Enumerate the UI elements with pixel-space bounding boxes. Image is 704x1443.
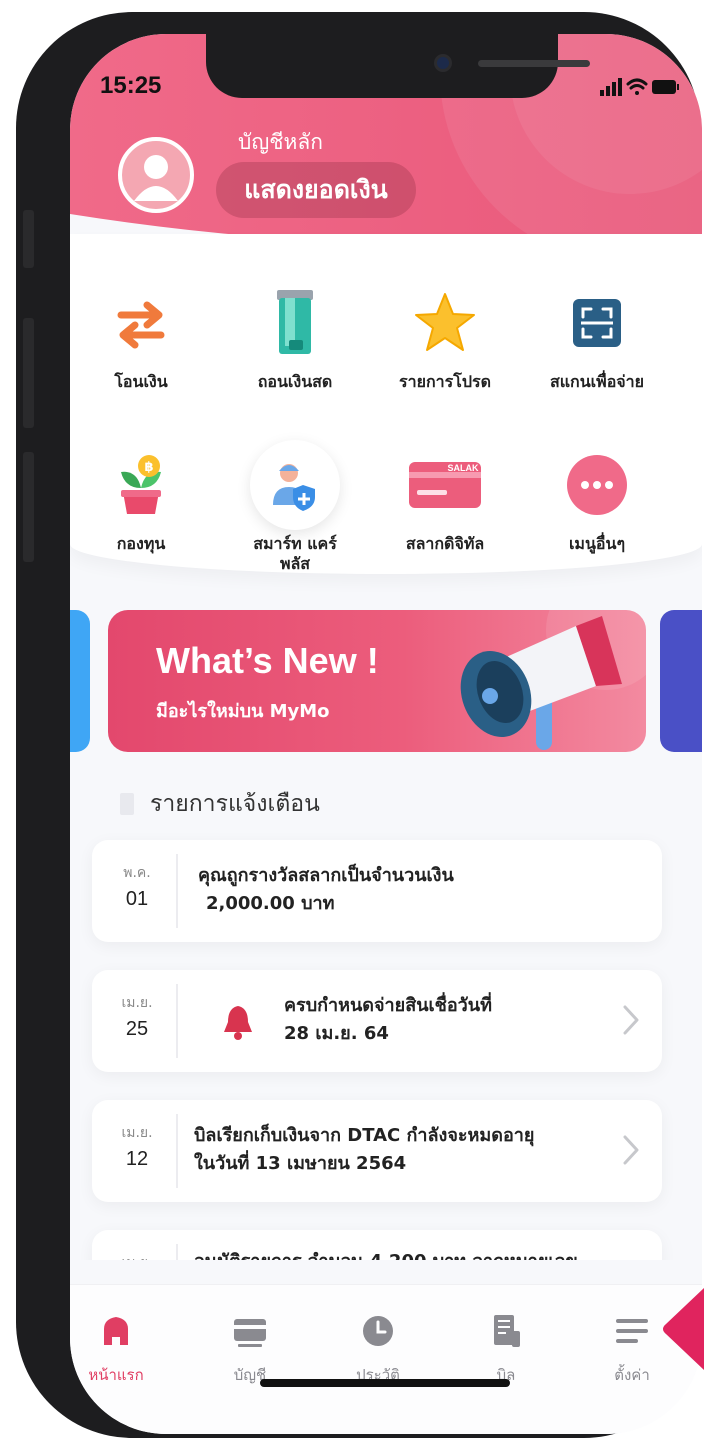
carousel-prev-banner[interactable]: [70, 610, 90, 752]
phone-screen: 15:25 บัญชีหลัก แสดงยอดเงิน โอนเงิน ถอนเ…: [70, 34, 702, 1434]
scroll-fade: [70, 1260, 702, 1286]
notification-date: เม.ย. 25: [112, 992, 162, 1041]
notification-month: เม.ย.: [121, 1125, 153, 1141]
clock-icon: [363, 1316, 393, 1346]
divider: [176, 1114, 178, 1188]
menu-item-smart-care[interactable]: สมาร์ท แคร์ พลัส: [230, 440, 360, 574]
notification-card[interactable]: พ.ค. 01 คุณถูกรางวัลสลากเป็นจำนวนเงิน 2,…: [92, 840, 662, 942]
notification-line: 28 เม.ย. 64: [284, 1023, 389, 1044]
notification-line: 2,000.00 บาท: [206, 893, 335, 914]
menu-item-more[interactable]: เมนูอื่นๆ: [532, 440, 662, 554]
notification-day: 01: [125, 888, 149, 910]
notification-month: เม.ย.: [121, 995, 153, 1011]
status-icons: [600, 78, 679, 96]
notification-date: พ.ค. 01: [112, 862, 162, 911]
megaphone-icon: [460, 610, 646, 750]
star-icon: [415, 293, 475, 351]
menu-item-withdraw[interactable]: ถอนเงินสด: [230, 278, 360, 392]
menu-item-favorites[interactable]: รายการโปรด: [380, 278, 510, 392]
notification-line: ครบกำหนดจ่ายสินเชื่อวันที่: [284, 995, 492, 1016]
volume-up-button: [23, 318, 34, 428]
divider: [176, 984, 178, 1058]
menu-label: โอนเงิน: [114, 372, 168, 391]
fund-plant-icon: ฿: [121, 455, 161, 514]
side-pull-tab[interactable]: [660, 1284, 704, 1374]
menu-lines-icon: [616, 1319, 648, 1343]
notification-line: บิลเรียกเก็บเงินจาก DTAC กำลังจะหมดอายุ: [194, 1125, 535, 1146]
volume-down-button: [23, 452, 34, 562]
menu-label: รายการโปรด: [399, 372, 491, 391]
menu-label: สมาร์ท แคร์ พลัส: [253, 534, 337, 573]
battery-icon: [652, 80, 679, 94]
menu-item-scan-pay[interactable]: สแกนเพื่อจ่าย: [532, 278, 662, 392]
smart-care-icon: [273, 464, 315, 511]
tab-home[interactable]: หน้าแรก: [70, 1311, 166, 1387]
home-indicator[interactable]: [260, 1379, 510, 1387]
bottom-tab-bar: หน้าแรก บัญชี ประวัติ บิล ตั้งค่า: [70, 1284, 702, 1434]
notch: [206, 34, 590, 98]
notification-date: เม.ย. 12: [112, 1122, 162, 1171]
notification-line: คุณถูกรางวัลสลากเป็นจำนวนเงิน: [198, 865, 454, 886]
avatar[interactable]: [118, 137, 194, 213]
divider: [176, 854, 178, 928]
tab-accounts[interactable]: บัญชี: [200, 1311, 300, 1387]
notification-card[interactable]: เม.ย. 25 ครบกำหนดจ่ายสินเชื่อวันที่ 28 เ…: [92, 970, 662, 1072]
quick-menu-panel: โอนเงิน ถอนเงินสด รายการโปรด สแกนเพื่อจ่…: [70, 234, 702, 574]
account-name: บัญชีหลัก: [238, 130, 323, 154]
svg-text:฿: ฿: [144, 460, 153, 475]
bell-icon: [224, 1006, 252, 1040]
tab-history[interactable]: ประวัติ: [328, 1311, 428, 1387]
wifi-icon: [626, 78, 648, 95]
menu-item-digital-salak[interactable]: SALAK สลากดิจิทัล: [380, 440, 510, 554]
scan-icon: [573, 299, 621, 347]
card-icon: [234, 1319, 266, 1347]
notification-card[interactable]: เม.ย. 12 บิลเรียกเก็บเงินจาก DTAC กำลังจ…: [92, 1100, 662, 1202]
front-camera: [434, 54, 452, 72]
notification-text: ครบกำหนดจ่ายสินเชื่อวันที่ 28 เม.ย. 64: [284, 992, 492, 1048]
phone-frame: 15:25 บัญชีหลัก แสดงยอดเงิน โอนเงิน ถอนเ…: [16, 12, 702, 1438]
tab-bills[interactable]: บิล: [456, 1311, 556, 1387]
signal-icon: [600, 78, 622, 96]
menu-item-fund[interactable]: ฿ กองทุน: [76, 440, 206, 554]
tab-label: หน้าแรก: [88, 1366, 144, 1384]
salak-card-icon: SALAK: [409, 462, 481, 508]
chevron-right-icon: [623, 1135, 639, 1165]
menu-label: กองทุน: [116, 534, 166, 553]
notification-day: 25: [125, 1018, 149, 1040]
banner-subtitle: มีอะไรใหม่บน MyMo: [156, 701, 330, 722]
menu-label: สลากดิจิทัล: [405, 534, 485, 553]
notification-month: พ.ค.: [123, 865, 151, 881]
notification-text: คุณถูกรางวัลสลากเป็นจำนวนเงิน 2,000.00 บ…: [198, 862, 454, 918]
bill-icon: [494, 1315, 520, 1347]
notifications-section-title: รายการแจ้งเตือน: [120, 786, 320, 822]
show-balance-button[interactable]: แสดงยอดเงิน: [216, 162, 416, 218]
atm-icon: [277, 290, 313, 354]
menu-label: เมนูอื่นๆ: [568, 534, 626, 553]
speaker-grille: [478, 60, 590, 67]
user-icon: [134, 155, 178, 201]
status-time: 15:25: [100, 72, 162, 99]
notification-day: 12: [125, 1148, 149, 1170]
salak-card-text: SALAK: [448, 463, 479, 473]
carousel-next-banner[interactable]: [660, 610, 702, 752]
more-icon: [567, 455, 627, 515]
menu-label: สแกนเพื่อจ่าย: [549, 372, 645, 391]
menu-label: ถอนเงินสด: [257, 372, 333, 391]
transfer-icon: [117, 301, 165, 349]
section-marker: [120, 793, 134, 815]
menu-item-transfer[interactable]: โอนเงิน: [76, 278, 206, 392]
section-title-text: รายการแจ้งเตือน: [150, 791, 320, 817]
whats-new-banner[interactable]: What’s New ! มีอะไรใหม่บน MyMo: [108, 610, 646, 752]
mute-switch: [23, 210, 34, 268]
notification-text: บิลเรียกเก็บเงินจาก DTAC กำลังจะหมดอายุ …: [194, 1122, 534, 1178]
banner-title: What’s New !: [156, 640, 379, 681]
notification-line: ในวันที่ 13 เมษายน 2564: [194, 1153, 407, 1174]
stage: 15:25 บัญชีหลัก แสดงยอดเงิน โอนเงิน ถอนเ…: [0, 0, 704, 1443]
home-icon: [104, 1317, 128, 1345]
chevron-right-icon: [623, 1005, 639, 1035]
